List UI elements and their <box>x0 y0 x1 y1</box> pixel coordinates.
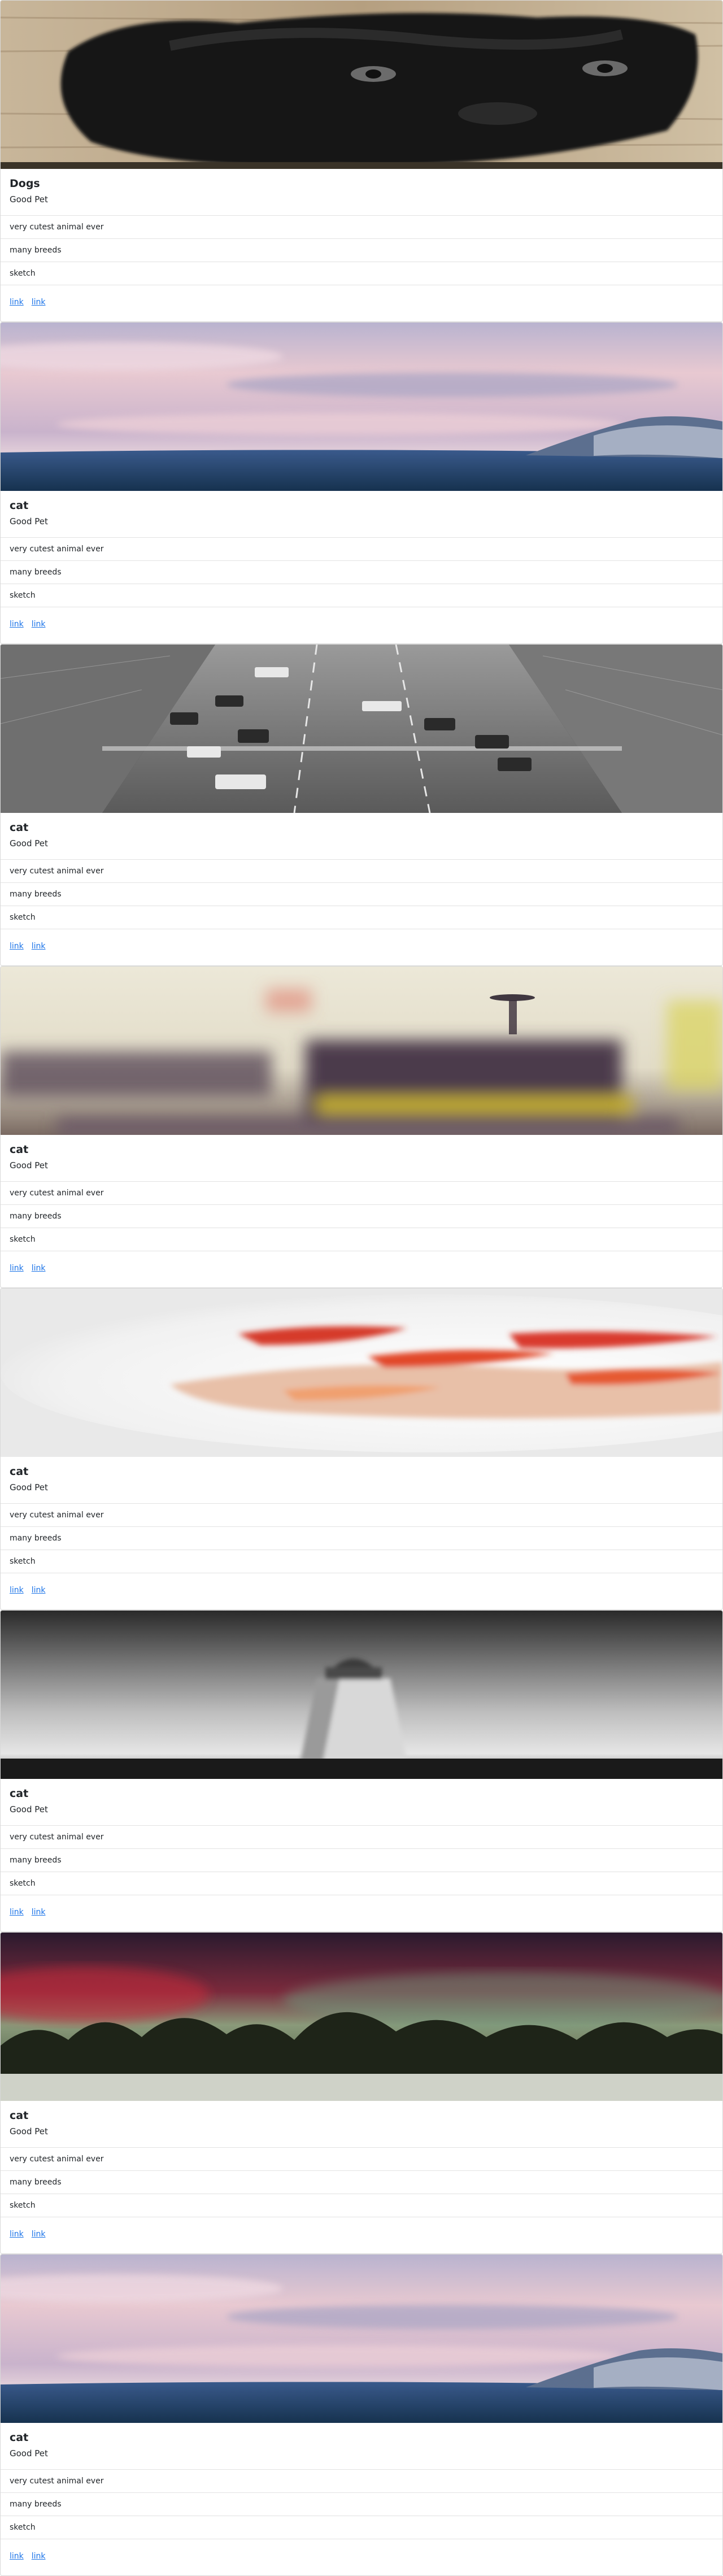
list-item: very cutest animal ever <box>1 1182 722 1205</box>
card-title: cat <box>10 499 29 512</box>
card-list-group: very cutest animal ever many breeds sketch <box>1 2147 722 2217</box>
card-links: link link <box>1 607 722 641</box>
card-title: cat <box>10 1143 29 1156</box>
card-links: link link <box>1 2539 722 2573</box>
card-title: cat <box>10 1465 29 1478</box>
card-image <box>1 1933 722 2101</box>
card-text: Good Pet <box>10 1482 48 1492</box>
card-list-group: very cutest animal ever many breeds sketch <box>1 1503 722 1573</box>
card-title: Dogs <box>10 177 40 190</box>
card-body: cat Good Pet <box>1 1135 722 1181</box>
card-link[interactable]: link <box>32 1908 46 1917</box>
card-text: Good Pet <box>10 2448 48 2458</box>
card-links: link link <box>1 285 722 319</box>
card: cat Good Pet very cutest animal ever many b… <box>0 1932 723 2254</box>
list-item: very cutest animal ever <box>1 538 722 561</box>
list-item: sketch <box>1 2194 722 2217</box>
card-body: cat Good Pet <box>1 2101 722 2147</box>
card-links: link link <box>1 929 722 963</box>
card-link[interactable]: link <box>32 2552 46 2561</box>
card-link[interactable]: link <box>32 1264 46 1273</box>
list-item: very cutest animal ever <box>1 1826 722 1849</box>
card-link[interactable]: link <box>10 2230 24 2239</box>
list-item: many breeds <box>1 2171 722 2194</box>
list-item: many breeds <box>1 883 722 906</box>
list-item: sketch <box>1 262 722 285</box>
list-item: many breeds <box>1 1205 722 1228</box>
list-item: very cutest animal ever <box>1 1504 722 1527</box>
card-image <box>1 1289 722 1457</box>
card-links: link link <box>1 1573 722 1607</box>
card-link[interactable]: link <box>10 1586 24 1595</box>
card-image <box>1 323 722 491</box>
card-image <box>1 2255 722 2423</box>
card-body: cat Good Pet <box>1 1779 722 1825</box>
card: cat Good Pet very cutest animal ever many b… <box>0 1610 723 1932</box>
card-body: cat Good Pet <box>1 1457 722 1503</box>
card-link[interactable]: link <box>32 298 46 307</box>
card-image <box>1 645 722 813</box>
card-list-group: very cutest animal ever many breeds sketch <box>1 1181 722 1251</box>
list-item: many breeds <box>1 239 722 262</box>
card-title: cat <box>10 2109 29 2122</box>
card-link[interactable]: link <box>32 2230 46 2239</box>
list-item: many breeds <box>1 561 722 584</box>
card-text: Good Pet <box>10 2126 48 2136</box>
card-list-group: very cutest animal ever many breeds sketch <box>1 537 722 607</box>
card-text: Good Pet <box>10 194 48 204</box>
list-item: many breeds <box>1 2493 722 2516</box>
card: cat Good Pet very cutest animal ever many b… <box>0 2254 723 2576</box>
card-body: cat Good Pet <box>1 813 722 859</box>
list-item: sketch <box>1 1228 722 1251</box>
card-image <box>1 967 722 1135</box>
card: cat Good Pet very cutest animal ever many b… <box>0 1288 723 1610</box>
card: Dogs Good Pet very cutest animal ever many … <box>0 0 723 322</box>
card-title: cat <box>10 1787 29 1800</box>
card-text: Good Pet <box>10 838 48 848</box>
card-body: Dogs Good Pet <box>1 169 722 215</box>
card-link[interactable]: link <box>10 298 24 307</box>
list-item: very cutest animal ever <box>1 216 722 239</box>
list-item: many breeds <box>1 1849 722 1872</box>
list-item: sketch <box>1 584 722 607</box>
card-body: cat Good Pet <box>1 2423 722 2469</box>
card: cat Good Pet very cutest animal ever many b… <box>0 644 723 966</box>
list-item: sketch <box>1 1872 722 1895</box>
card-title: cat <box>10 2431 29 2444</box>
list-item: sketch <box>1 2516 722 2539</box>
card-link[interactable]: link <box>10 942 24 951</box>
card-link[interactable]: link <box>10 2552 24 2561</box>
card-links: link link <box>1 2217 722 2251</box>
list-item: many breeds <box>1 1527 722 1550</box>
card-text: Good Pet <box>10 516 48 526</box>
list-item: very cutest animal ever <box>1 860 722 883</box>
list-item: very cutest animal ever <box>1 2148 722 2171</box>
card-links: link link <box>1 1251 722 1285</box>
card-list-group: very cutest animal ever many breeds sketch <box>1 215 722 285</box>
card-text: Good Pet <box>10 1804 48 1814</box>
card-list-group: very cutest animal ever many breeds sketch <box>1 1825 722 1895</box>
list-item: sketch <box>1 906 722 929</box>
card-title: cat <box>10 821 29 834</box>
card-link[interactable]: link <box>10 1264 24 1273</box>
list-item: very cutest animal ever <box>1 2470 722 2493</box>
card-list-group: very cutest animal ever many breeds sketch <box>1 2469 722 2539</box>
card-link[interactable]: link <box>32 942 46 951</box>
card: cat Good Pet very cutest animal ever many b… <box>0 322 723 644</box>
card-link[interactable]: link <box>10 620 24 629</box>
list-item: sketch <box>1 1550 722 1573</box>
card-link[interactable]: link <box>10 1908 24 1917</box>
card-link[interactable]: link <box>32 1586 46 1595</box>
card-image <box>1 1611 722 1779</box>
card-body: cat Good Pet <box>1 491 722 537</box>
card-link[interactable]: link <box>32 620 46 629</box>
card-list-group: very cutest animal ever many breeds sketch <box>1 859 722 929</box>
card-list: Dogs Good Pet very cutest animal ever many … <box>0 0 723 2576</box>
card-text: Good Pet <box>10 1160 48 1170</box>
card: cat Good Pet very cutest animal ever many b… <box>0 966 723 1288</box>
card-links: link link <box>1 1895 722 1929</box>
card-image <box>1 1 722 169</box>
